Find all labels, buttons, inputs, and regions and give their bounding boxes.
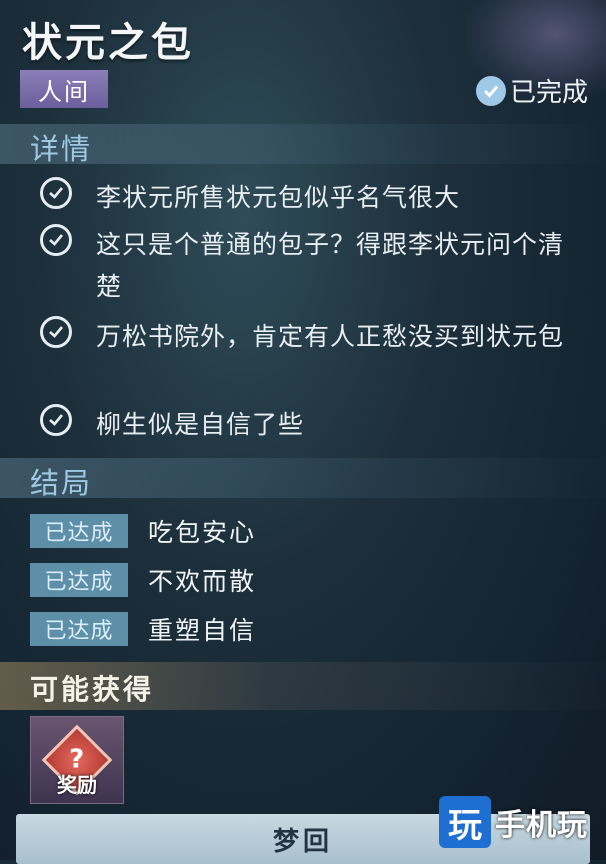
detail-item: 李状元所售状元包似乎名气很大 [40,177,586,219]
detail-item: 万松书院外，肯定有人正愁没买到状元包 [40,316,586,358]
watermark-text: 手机玩 [495,808,588,843]
reward-label: 奖励 [57,773,97,797]
check-icon [40,316,72,348]
detail-text: 李状元所售状元包似乎名气很大 [96,183,461,212]
completion-status: 已完成 [475,72,588,109]
check-icon [40,224,72,256]
quest-detail-panel: 状元之包 人间 已完成 详情 李状元所售状元包似乎名气很大 这只是个普通的包子？… [0,0,606,864]
watermark: 玩 手机玩 [439,796,588,848]
ending-name: 重塑自信 [148,616,257,645]
achieved-badge: 已达成 [30,612,128,646]
rewards-title: 可能获得 [30,673,155,706]
status-label: 已完成 [509,78,588,108]
achieved-badge: 已达成 [30,514,128,548]
ending-item[interactable]: 已达成 重塑自信 [30,611,256,647]
check-icon [40,177,72,209]
achieved-badge: 已达成 [30,563,128,597]
realm-tag: 人间 [20,70,108,108]
endings-title: 结局 [30,466,93,500]
detail-text: 万松书院外，肯定有人正愁没买到状元包 [96,322,565,351]
check-circle-icon [475,75,506,106]
check-icon [40,404,72,436]
quest-title: 状元之包 [22,20,194,66]
detail-text: 柳生似是自信了些 [96,410,305,439]
ending-name: 吃包安心 [148,518,257,547]
ending-item[interactable]: 已达成 吃包安心 [30,513,256,549]
ending-name: 不欢而散 [148,567,257,596]
reward-item-slot[interactable]: ? 奖励 [30,716,124,804]
ending-item[interactable]: 已达成 不欢而散 [30,562,256,598]
detail-text: 这只是个普通的包子？得跟李状元问个清楚 [96,230,565,301]
detail-item: 这只是个普通的包子？得跟李状元问个清楚 [40,224,586,308]
detail-item: 柳生似是自信了些 [40,404,586,446]
details-title: 详情 [30,132,93,166]
watermark-logo: 玩 [439,796,491,848]
